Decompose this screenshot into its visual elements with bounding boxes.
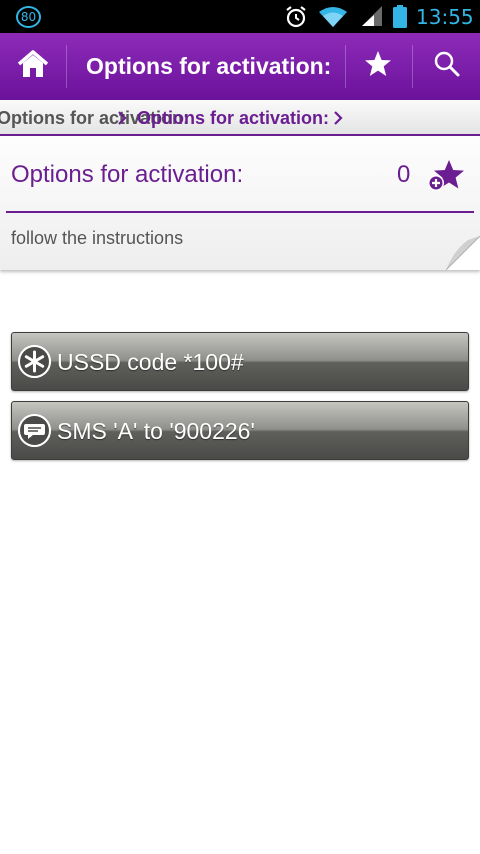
wifi-icon [318, 5, 348, 34]
add-favorite-icon[interactable] [426, 159, 466, 200]
sms-option-button[interactable]: SMS 'A' to '900226' [11, 401, 469, 460]
message-icon [18, 414, 51, 447]
header-card: Options for activation: 0 follow the ins… [0, 137, 480, 271]
divider [6, 211, 474, 213]
status-time: 13:55 [416, 5, 474, 29]
ussd-option-button[interactable]: USSD code *100# [11, 332, 469, 391]
page-title: Options for activation: [86, 53, 332, 79]
breadcrumb: Options for activation: Options for acti… [0, 100, 480, 136]
search-button[interactable] [414, 33, 480, 100]
status-bar: 80 13:55 [0, 0, 480, 33]
alarm-icon [284, 5, 308, 34]
notification-badge: 80 [16, 6, 41, 28]
favorites-button[interactable] [346, 33, 410, 100]
action-bar: Options for activation: [0, 33, 480, 100]
home-button[interactable] [0, 33, 66, 100]
home-icon [17, 49, 49, 84]
instructions-text: follow the instructions [11, 228, 184, 248]
option-label: SMS 'A' to '900226' [57, 418, 255, 444]
section-title: Options for activation: [11, 161, 244, 188]
option-label: USSD code *100# [57, 349, 244, 375]
signal-icon [360, 5, 384, 32]
breadcrumb-item-current[interactable]: Options for activation: [137, 100, 329, 134]
chevron-right-icon [116, 110, 128, 131]
asterisk-icon [18, 345, 51, 378]
page-curl-icon [445, 235, 480, 275]
favorites-count: 0 [397, 161, 411, 188]
divider [66, 45, 67, 88]
search-icon [433, 50, 461, 83]
battery-icon [393, 5, 407, 33]
chevron-right-icon [332, 110, 344, 131]
divider [412, 45, 413, 88]
star-icon [363, 49, 393, 84]
